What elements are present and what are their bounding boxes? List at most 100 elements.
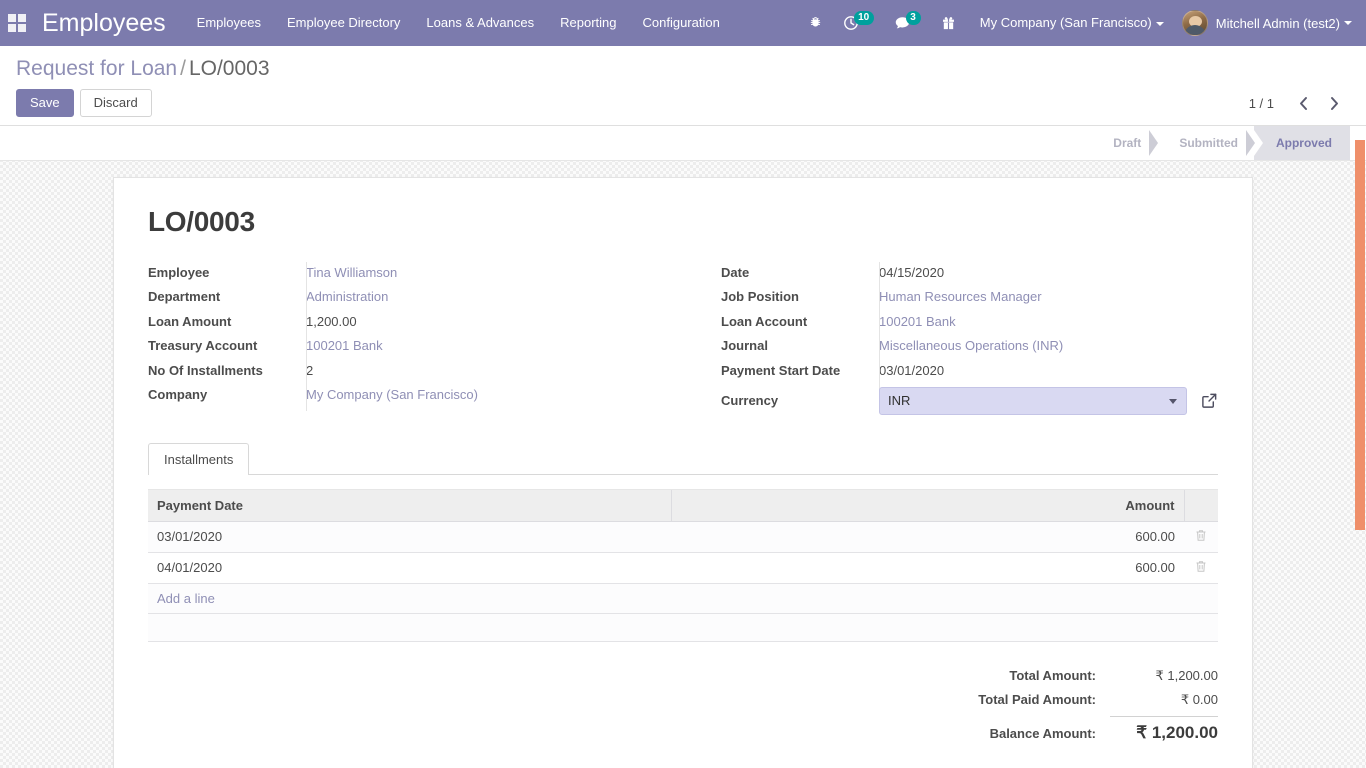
- breadcrumb-root[interactable]: Request for Loan: [16, 57, 177, 80]
- cell-payment-date[interactable]: 03/01/2020: [148, 521, 671, 552]
- status-strip: Draft Submitted Approved: [0, 126, 1366, 161]
- messages-count-badge: 3: [906, 11, 921, 25]
- menu-item-employees[interactable]: Employees: [184, 0, 274, 46]
- messages-chat-icon[interactable]: 3: [884, 0, 931, 46]
- chevron-down-icon: [1156, 22, 1164, 26]
- menu-item-reporting[interactable]: Reporting: [547, 0, 629, 46]
- totals-section: Total Amount: ₹ 1,200.00 Total Paid Amou…: [148, 668, 1218, 751]
- field-journal-label: Journal: [721, 336, 879, 355]
- table-header-row: Payment Date Amount: [148, 489, 1218, 521]
- field-date-label: Date: [721, 263, 879, 282]
- field-loan-account-label: Loan Account: [721, 312, 879, 331]
- field-loan-amount: Loan Amount 1,200.00: [148, 309, 683, 334]
- field-date-value[interactable]: 04/15/2020: [879, 263, 944, 282]
- field-journal-value[interactable]: Miscellaneous Operations (INR): [879, 336, 1063, 355]
- table-row[interactable]: 04/01/2020 600.00: [148, 552, 1218, 583]
- discard-button[interactable]: Discard: [80, 89, 152, 117]
- trash-icon[interactable]: [1195, 561, 1207, 576]
- field-job-position-value[interactable]: Human Resources Manager: [879, 287, 1042, 306]
- app-brand-title[interactable]: Employees: [42, 9, 166, 38]
- field-treasury-account-label: Treasury Account: [148, 336, 306, 355]
- installments-table-body: 03/01/2020 600.00: [148, 521, 1218, 641]
- control-panel: Request for Loan/LO/0003 Save Discard 1 …: [0, 46, 1366, 126]
- status-stage-draft[interactable]: Draft: [1091, 126, 1157, 160]
- vertical-scrollbar[interactable]: [1354, 126, 1366, 768]
- cell-delete[interactable]: [1184, 521, 1218, 552]
- field-treasury-account-value[interactable]: 100201 Bank: [306, 336, 383, 355]
- debug-bug-icon[interactable]: [798, 0, 833, 46]
- tab-installments[interactable]: Installments: [148, 443, 249, 475]
- cell-delete[interactable]: [1184, 552, 1218, 583]
- column-header-payment-date[interactable]: Payment Date: [148, 489, 671, 521]
- sheet-wrapper: LO/0003 Employee Tina Williamson Departm…: [0, 161, 1366, 768]
- chevron-down-icon: [1169, 399, 1177, 404]
- field-employee-label: Employee: [148, 263, 306, 282]
- avatar: [1182, 10, 1208, 36]
- record-pager: 1 / 1: [1249, 96, 1350, 111]
- field-payment-start-date: Payment Start Date 03/01/2020: [721, 358, 1218, 383]
- activity-clock-icon[interactable]: 10: [833, 0, 884, 46]
- form-column-left: Employee Tina Williamson Department Admi…: [148, 260, 683, 415]
- pager-next-button[interactable]: [1319, 96, 1350, 111]
- field-no-of-installments-value[interactable]: 2: [306, 361, 313, 380]
- stage-arrow-icon: [1149, 130, 1158, 156]
- menu-item-employee-directory[interactable]: Employee Directory: [274, 0, 413, 46]
- field-company-label: Company: [148, 385, 306, 404]
- field-payment-start-date-label: Payment Start Date: [721, 361, 879, 380]
- field-employee-value[interactable]: Tina Williamson: [306, 263, 397, 282]
- add-line-row[interactable]: Add a line: [148, 583, 1218, 613]
- top-navbar: Employees Employees Employee Directory L…: [0, 0, 1366, 46]
- cell-spacer: [671, 552, 1066, 583]
- chevron-down-icon: [1344, 21, 1352, 25]
- trash-icon[interactable]: [1195, 530, 1207, 545]
- status-stage-submitted[interactable]: Submitted: [1157, 126, 1254, 160]
- total-amount-value: ₹ 1,200.00: [1110, 668, 1218, 684]
- breadcrumb-current: LO/0003: [189, 57, 270, 80]
- column-divider: [306, 262, 307, 411]
- menu-item-loans-advances[interactable]: Loans & Advances: [413, 0, 547, 46]
- breadcrumb-separator: /: [180, 57, 186, 80]
- cell-amount[interactable]: 600.00: [1067, 521, 1184, 552]
- field-company-value[interactable]: My Company (San Francisco): [306, 385, 478, 404]
- currency-select-value: INR: [888, 393, 910, 408]
- cell-spacer: [671, 521, 1066, 552]
- statusbar: Draft Submitted Approved: [1091, 126, 1366, 160]
- field-date: Date 04/15/2020: [721, 260, 1218, 285]
- control-panel-actions: Save Discard 1 / 1: [16, 89, 1350, 117]
- total-paid-amount-value: ₹ 0.00: [1110, 692, 1218, 708]
- status-stage-approved[interactable]: Approved: [1254, 126, 1350, 160]
- currency-select[interactable]: INR: [879, 387, 1187, 415]
- column-header-amount[interactable]: Amount: [1067, 489, 1184, 521]
- grid-apps-icon: [8, 14, 26, 32]
- field-payment-start-date-value[interactable]: 03/01/2020: [879, 361, 944, 380]
- cell-payment-date[interactable]: 04/01/2020: [148, 552, 671, 583]
- pager-previous-button[interactable]: [1288, 96, 1319, 111]
- total-paid-amount-label: Total Paid Amount:: [978, 692, 1110, 707]
- field-loan-account-value[interactable]: 100201 Bank: [879, 312, 956, 331]
- form-fields-grid: Employee Tina Williamson Department Admi…: [148, 260, 1218, 415]
- add-line-cell[interactable]: Add a line: [148, 583, 1218, 613]
- apps-menu-toggle[interactable]: [0, 0, 34, 46]
- cell-amount[interactable]: 600.00: [1067, 552, 1184, 583]
- form-view-content: Draft Submitted Approved LO/0003 Emp: [0, 126, 1366, 768]
- menu-item-configuration[interactable]: Configuration: [630, 0, 733, 46]
- field-department-value[interactable]: Administration: [306, 287, 388, 306]
- breadcrumb: Request for Loan/LO/0003: [16, 56, 1350, 82]
- field-loan-amount-value[interactable]: 1,200.00: [306, 312, 357, 331]
- page-title: LO/0003: [148, 206, 1218, 238]
- field-loan-account: Loan Account 100201 Bank: [721, 309, 1218, 334]
- scrollbar-thumb[interactable]: [1355, 140, 1365, 530]
- user-menu[interactable]: Mitchell Admin (test2): [1172, 0, 1358, 46]
- notebook: Installments Payment Date Amount 03/0: [148, 443, 1218, 642]
- add-a-line-button[interactable]: Add a line: [157, 591, 215, 606]
- external-link-icon[interactable]: [1201, 392, 1218, 409]
- gift-icon[interactable]: [931, 0, 966, 46]
- field-treasury-account: Treasury Account 100201 Bank: [148, 334, 683, 359]
- field-department-label: Department: [148, 287, 306, 306]
- table-row[interactable]: 03/01/2020 600.00: [148, 521, 1218, 552]
- column-header-actions: [1184, 489, 1218, 521]
- save-button[interactable]: Save: [16, 89, 74, 117]
- pager-count: 1 / 1: [1249, 96, 1274, 111]
- company-switcher[interactable]: My Company (San Francisco): [966, 0, 1172, 46]
- stage-arrow-icon: [1246, 130, 1255, 156]
